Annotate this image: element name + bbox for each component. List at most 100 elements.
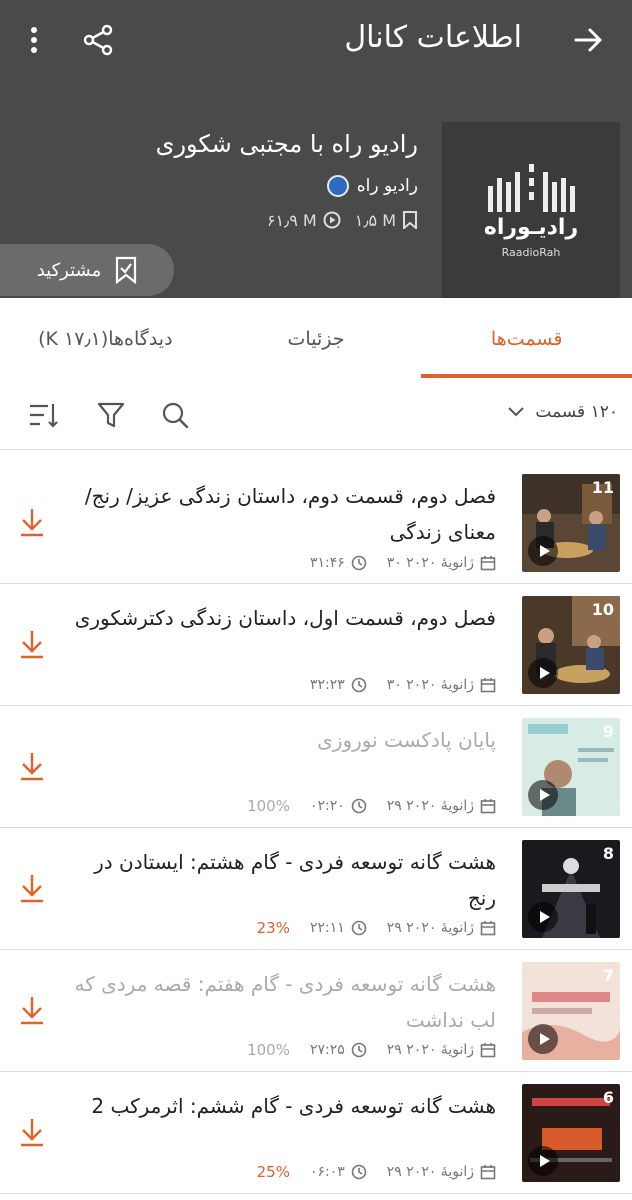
episode-date: ۲۹ ژانویهٔ ۲۰۲۰	[386, 920, 474, 936]
clock-icon	[351, 798, 367, 814]
download-icon[interactable]	[18, 1116, 46, 1148]
episode-row[interactable]: 10 فصل دوم، قسمت اول، داستان زندگی دکترش…	[0, 584, 632, 706]
radio-rah-logo: رادیـوراه RaadioRah	[442, 122, 620, 298]
episode-duration-wrap: ۲۷:۲۵	[310, 1042, 367, 1058]
play-icon[interactable]	[528, 658, 558, 688]
episode-row[interactable]: 11 فصل دوم، قسمت دوم، داستان زندگی عزیز/…	[0, 462, 632, 584]
bookmark-check-icon	[116, 256, 137, 284]
episode-title: فصل دوم، قسمت اول، داستان زندگی دکترشکور…	[74, 606, 496, 630]
sort-icon[interactable]	[28, 400, 58, 430]
episode-duration: ۳۲:۲۳	[309, 677, 345, 693]
subscribe-label: مشترکید	[36, 259, 102, 281]
clock-icon	[351, 677, 367, 693]
channel-cover-image: رادیـوراه RaadioRah	[442, 122, 620, 298]
episode-meta: ۳۰ ژانویهٔ ۲۰۲۰ ۳۲:۲۳	[310, 677, 496, 693]
episode-thumbnail[interactable]: 9	[522, 718, 620, 816]
play-icon[interactable]	[528, 902, 558, 932]
episode-row[interactable]: 7 هشت گانه توسعه فردی - گام هفتم: قصه مر…	[0, 950, 632, 1072]
download-icon[interactable]	[18, 872, 46, 904]
episode-duration: ۲۷:۲۵	[309, 1042, 345, 1058]
episode-meta: ۲۹ ژانویهٔ ۲۰۲۰ ۲۷:۲۵ 100%	[247, 1041, 496, 1059]
episode-thumbnail[interactable]: 7	[522, 962, 620, 1060]
download-icon[interactable]	[18, 628, 46, 660]
svg-text:RaadioRah: RaadioRah	[502, 246, 561, 259]
tab-episodes[interactable]: قسمت‌ها	[421, 298, 632, 380]
episode-number: 10	[591, 600, 614, 619]
calendar-icon	[480, 678, 496, 693]
arrow-right-icon[interactable]	[570, 22, 606, 58]
plays-stat: ۶۱٫۹ M	[267, 211, 341, 230]
episode-date-wrap: ۲۹ ژانویهٔ ۲۰۲۰	[387, 920, 496, 936]
episode-meta: ۲۹ ژانویهٔ ۲۰۲۰ ۰۶:۰۳ 25%	[257, 1163, 496, 1181]
bookmark-icon	[403, 211, 417, 229]
listen-progress: 100%	[247, 1041, 290, 1059]
episode-title: فصل دوم، قسمت دوم، داستان زندگی عزیز/ رن…	[84, 484, 496, 544]
episode-thumbnail[interactable]: 11	[522, 474, 620, 572]
calendar-icon	[480, 1165, 496, 1180]
calendar-icon	[480, 556, 496, 571]
channel-stats: ۱٫۵ M ۶۱٫۹ M	[267, 208, 418, 232]
download-icon[interactable]	[18, 506, 46, 538]
episode-title: هشت گانه توسعه فردی - گام هشتم: ایستادن …	[94, 850, 496, 910]
subscriber-stat: ۱٫۵ M	[355, 211, 418, 230]
tab-details[interactable]: جزئیات	[211, 298, 422, 380]
episode-duration: ۳۱:۴۶	[309, 555, 345, 571]
subscriber-count: ۱٫۵ M	[354, 210, 396, 230]
episode-number: 6	[602, 1088, 614, 1107]
calendar-icon	[480, 921, 496, 936]
episode-duration: ۲۲:۱۱	[309, 920, 345, 936]
episode-date: ۲۹ ژانویهٔ ۲۰۲۰	[386, 1042, 474, 1058]
download-icon[interactable]	[18, 750, 46, 782]
clock-icon	[351, 1164, 367, 1180]
episode-date: ۳۰ ژانویهٔ ۲۰۲۰	[386, 677, 474, 693]
episode-title: پایان پادکست نوروزی	[317, 728, 496, 752]
episode-meta: ۳۰ ژانویهٔ ۲۰۲۰ ۳۱:۴۶	[310, 555, 496, 571]
episode-count-dropdown[interactable]: ۱۲۰ قسمت	[507, 402, 618, 422]
publisher-name: رادیو راه	[356, 176, 418, 196]
filter-icon[interactable]	[96, 400, 126, 430]
play-circle-icon	[323, 211, 341, 229]
clock-icon	[351, 555, 367, 571]
play-icon[interactable]	[528, 1024, 558, 1054]
share-icon[interactable]	[80, 22, 116, 58]
episode-meta: ۲۹ ژانویهٔ ۲۰۲۰ ۲۲:۱۱ 23%	[257, 919, 496, 937]
calendar-icon	[480, 1043, 496, 1058]
episode-date-wrap: ۲۹ ژانویهٔ ۲۰۲۰	[387, 798, 496, 814]
episode-row[interactable]: 9 پایان پادکست نوروزی ۲۹ ژانویهٔ ۲۰۲۰ ۰۲…	[0, 706, 632, 828]
episode-meta: ۲۹ ژانویهٔ ۲۰۲۰ ۰۲:۲۰ 100%	[247, 797, 496, 815]
search-icon[interactable]	[160, 400, 190, 430]
subscribed-button[interactable]: مشترکید	[0, 244, 174, 296]
clock-icon	[351, 920, 367, 936]
episode-duration-wrap: ۲۲:۱۱	[310, 920, 367, 936]
play-icon[interactable]	[528, 780, 558, 810]
tab-comments[interactable]: دیدگاه‌ها(۱۷٫۱ K)	[0, 298, 211, 380]
episode-toolbar: ۱۲۰ قسمت	[0, 380, 632, 450]
download-icon[interactable]	[18, 994, 46, 1026]
more-vertical-icon[interactable]	[22, 22, 46, 58]
top-app-bar: اطلاعات کانال	[0, 0, 632, 82]
publisher-row[interactable]: رادیو راه	[326, 174, 418, 198]
episode-row[interactable]: 8 هشت گانه توسعه فردی - گام هشتم: ایستاد…	[0, 828, 632, 950]
episode-thumbnail[interactable]: 6	[522, 1084, 620, 1182]
episode-thumbnail[interactable]: 10	[522, 596, 620, 694]
episode-duration: ۰۶:۰۳	[309, 1164, 345, 1180]
episode-date-wrap: ۲۹ ژانویهٔ ۲۰۲۰	[387, 1164, 496, 1180]
episode-date-wrap: ۲۹ ژانویهٔ ۲۰۲۰	[387, 1042, 496, 1058]
episode-number: 7	[602, 966, 614, 985]
episode-date-wrap: ۳۰ ژانویهٔ ۲۰۲۰	[387, 677, 496, 693]
chevron-down-icon	[508, 407, 525, 417]
play-icon[interactable]	[528, 536, 558, 566]
episode-number: 11	[591, 478, 614, 497]
episode-duration-wrap: ۳۱:۴۶	[310, 555, 367, 571]
episode-row[interactable]: 6 هشت گانه توسعه فردی - گام ششم: اثرمرکب…	[0, 1072, 632, 1194]
listen-progress: 23%	[256, 919, 290, 937]
svg-text:رادیـوراه: رادیـوراه	[484, 215, 578, 240]
play-icon[interactable]	[528, 1146, 558, 1176]
episode-count-label: ۱۲۰ قسمت	[535, 402, 618, 422]
listen-progress: 25%	[256, 1163, 290, 1181]
clock-icon	[351, 1042, 367, 1058]
page-title: اطلاعات کانال	[344, 20, 522, 55]
episode-number: 8	[602, 844, 614, 863]
episode-duration-wrap: ۰۶:۰۳	[310, 1164, 367, 1180]
episode-thumbnail[interactable]: 8	[522, 840, 620, 938]
